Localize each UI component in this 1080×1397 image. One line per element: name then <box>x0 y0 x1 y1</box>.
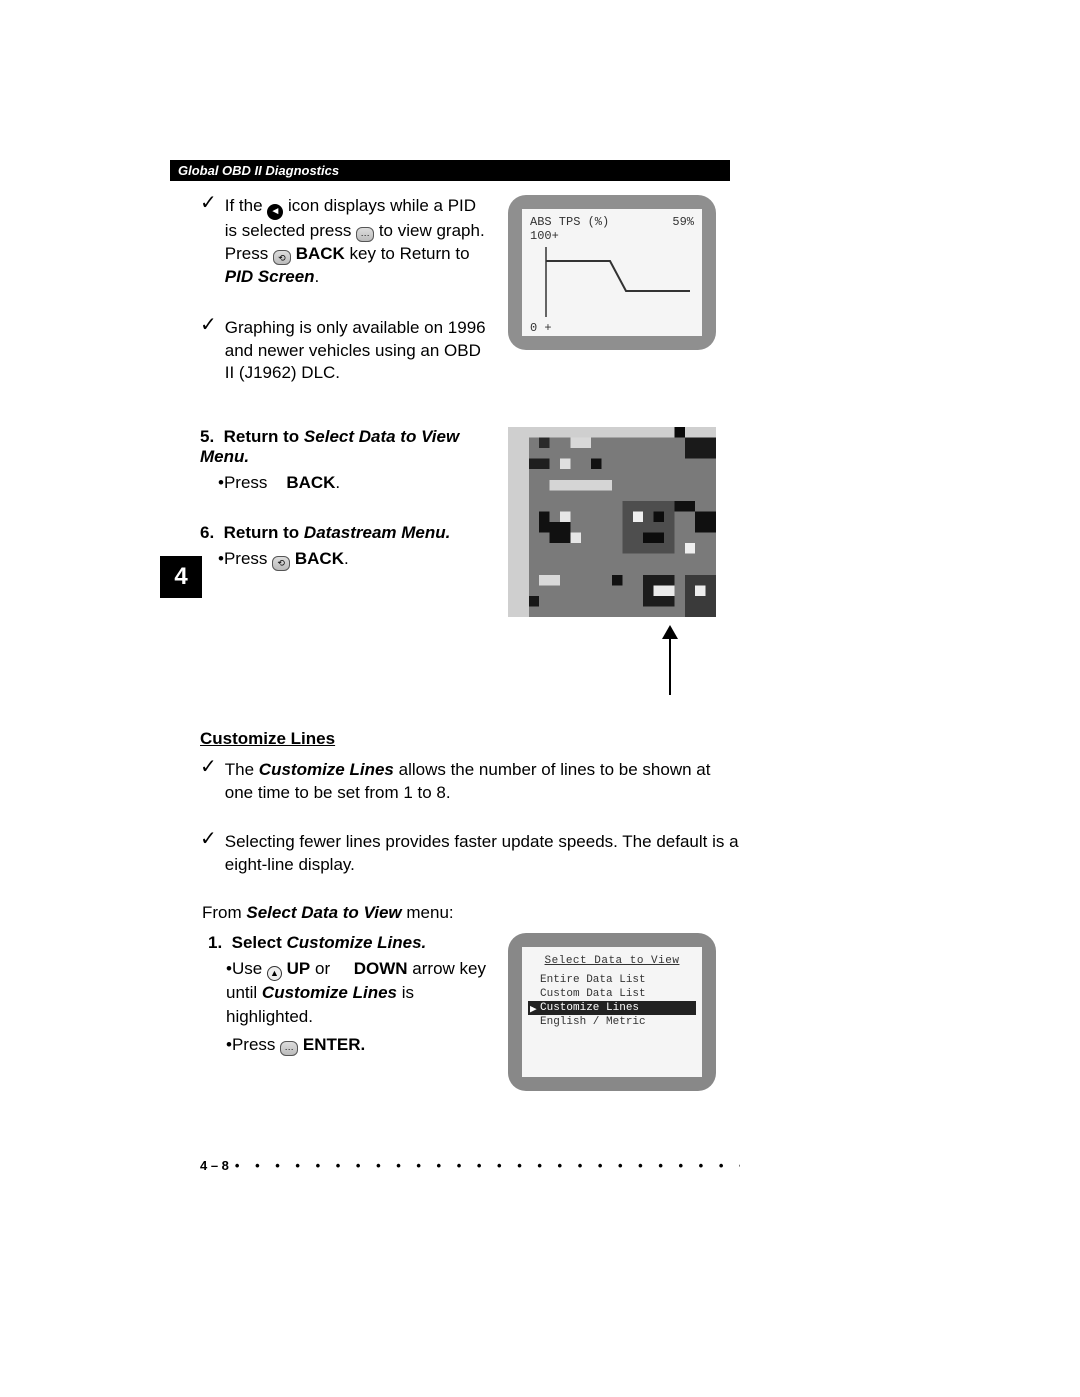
figure-menu-screen: Select Data to View Entire Data ListCust… <box>508 933 716 1091</box>
back-button-icon: ⟲ <box>272 556 290 571</box>
block-top: ✓ If the ◄ icon displays while a PID is … <box>170 195 750 413</box>
fig1-plot <box>530 247 690 317</box>
back-button-icon: ⟲ <box>273 250 291 265</box>
fig3-menu-item: ▶Customize Lines <box>528 1001 696 1015</box>
page-number: 4 – 8 <box>200 1158 229 1173</box>
fig1-value: 59% <box>672 215 694 229</box>
fig3-menu-item: Custom Data List <box>528 987 696 1001</box>
check-text: Graphing is only available on 1996 and n… <box>225 317 490 386</box>
fig3-title: Select Data to View <box>528 955 696 967</box>
check-icon: ✓ <box>200 315 217 335</box>
block-bottom: 1. Select Customize Lines. •Use ▲ UP or … <box>170 933 750 1091</box>
caret-icon: ▶ <box>530 1002 537 1016</box>
check-icon: ✓ <box>200 757 217 805</box>
check-icon: ✓ <box>200 829 217 877</box>
fig3-menu-item: Entire Data List <box>528 973 696 987</box>
check-item-graph-icon: ✓ If the ◄ icon displays while a PID is … <box>170 195 490 289</box>
enter-button-icon: ··· <box>280 1041 298 1056</box>
figure-pixelated <box>508 427 716 617</box>
page-footer: 4 – 8 • • • • • • • • • • • • • • • • • … <box>200 1158 740 1173</box>
up-arrow-icon: ▲ <box>267 966 282 981</box>
header-bar: Global OBD II Diagnostics <box>170 160 730 181</box>
section-head-customize-lines: Customize Lines <box>170 729 750 749</box>
check-item-graphing-note: ✓ Graphing is only available on 1996 and… <box>170 317 490 386</box>
enter-button-icon: ··· <box>356 227 374 242</box>
step-5: 5. Return to Select Data to View Menu. •… <box>170 427 490 495</box>
check-item-customize-desc: ✓ The Customize Lines allows the number … <box>170 759 750 805</box>
fig1-y-bottom: 0 + <box>530 321 694 335</box>
check-text: If the ◄ icon displays while a PID is se… <box>225 195 490 289</box>
fig1-y-top: 100+ <box>530 229 694 243</box>
arrow-up-icon <box>658 625 682 695</box>
block-mid: 5. Return to Select Data to View Menu. •… <box>170 427 750 695</box>
check-item-fewer-lines: ✓ Selecting fewer lines provides faster … <box>170 831 750 877</box>
figure-graph-screen: ABS TPS (%) 59% 100+ 0 + <box>508 195 716 350</box>
from-line: From Select Data to View menu: <box>170 903 750 923</box>
chapter-tab: 4 <box>160 556 202 598</box>
step-1-select-customize: 1. Select Customize Lines. •Use ▲ UP or … <box>170 933 490 1056</box>
step-6: 6. Return to Datastream Menu. •Press ⟲ B… <box>170 523 490 571</box>
fig3-menu-item: English / Metric <box>528 1015 696 1029</box>
footer-dots: • • • • • • • • • • • • • • • • • • • • … <box>229 1158 740 1173</box>
check-icon: ✓ <box>200 193 217 213</box>
graph-icon: ◄ <box>267 204 283 220</box>
fig1-label: ABS TPS (%) <box>530 215 609 229</box>
